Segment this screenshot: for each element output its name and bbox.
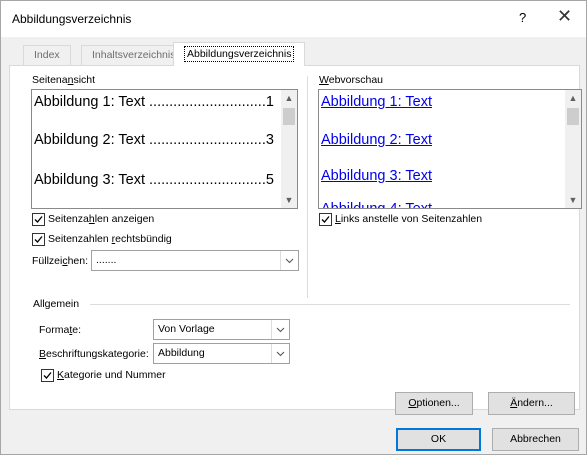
formats-value: Von Vorlage	[158, 323, 215, 335]
chevron-down-icon	[271, 320, 289, 339]
dialog: Abbildungsverzeichnis ? ✕ Index Inhaltsv…	[0, 0, 587, 455]
divider	[307, 76, 308, 298]
use-links-label: Links anstelle von Seitenzahlen	[335, 213, 483, 225]
modify-button[interactable]: Ändern...	[488, 392, 575, 415]
use-links-checkbox[interactable]	[319, 213, 332, 226]
right-align-label: Seitenzahlen rechtsbündig	[48, 233, 172, 245]
print-preview-scrollbar[interactable]: ▲ ▼	[281, 90, 297, 208]
tab-panel: Seitenansicht Abbildung 1: Text ........…	[9, 65, 582, 415]
print-preview-label: Seitenansicht	[32, 74, 96, 86]
tab-table-of-contents[interactable]: Inhaltsverzeichnis	[81, 45, 187, 65]
formats-label: Formate:	[39, 324, 82, 336]
print-preview-box: Abbildung 1: Text ......................…	[31, 89, 298, 209]
scroll-up-icon[interactable]: ▲	[281, 90, 297, 106]
right-align-checkbox[interactable]	[32, 233, 45, 246]
general-section-label: Allgemein	[33, 298, 80, 310]
caption-label-value: Abbildung	[158, 347, 205, 359]
show-page-numbers-checkbox[interactable]	[32, 213, 45, 226]
show-page-numbers-label: Seitenzahlen anzeigen	[48, 213, 155, 225]
include-label-checkbox[interactable]	[41, 369, 54, 382]
include-label-label: Kategorie und Nummer	[57, 369, 166, 381]
dialog-body: Index Inhaltsverzeichnis Abbildungsverze…	[1, 37, 586, 454]
tab-table-of-contents-label: Inhaltsverzeichnis	[92, 49, 176, 61]
print-preview-entry: Abbildung 3: Text ......................…	[34, 172, 274, 188]
web-preview-scrollbar[interactable]: ▲ ▼	[565, 90, 581, 208]
tab-leader-dropdown[interactable]: .......	[91, 250, 299, 271]
scroll-thumb[interactable]	[567, 108, 579, 125]
cancel-button[interactable]: Abbrechen	[492, 428, 579, 451]
scroll-up-icon[interactable]: ▲	[565, 90, 581, 106]
caption-label-label: Beschriftungskategorie:	[39, 348, 149, 360]
print-preview-entry: Abbildung 1: Text ......................…	[34, 94, 274, 110]
options-button[interactable]: Optionen...	[395, 392, 473, 415]
web-preview-link[interactable]: Abbildung 4: Text	[321, 201, 432, 208]
web-preview-box: Abbildung 1: Text Abbildung 2: Text Abbi…	[318, 89, 582, 209]
close-icon[interactable]: ✕	[557, 6, 572, 26]
checkmark-icon	[321, 216, 330, 223]
help-button[interactable]: ?	[519, 10, 526, 25]
checkmark-icon	[43, 372, 52, 379]
tab-index-label: Index	[34, 49, 60, 61]
web-preview-link[interactable]: Abbildung 1: Text	[321, 94, 432, 110]
print-preview-entry: Abbildung 2: Text ......................…	[34, 132, 274, 148]
tab-index[interactable]: Index	[23, 45, 71, 65]
formats-dropdown[interactable]: Von Vorlage	[153, 319, 290, 340]
tab-table-of-figures-label: Abbildungsverzeichnis	[184, 46, 295, 62]
chevron-down-icon	[280, 251, 298, 270]
scroll-down-icon[interactable]: ▼	[565, 192, 581, 208]
ok-button[interactable]: OK	[396, 428, 481, 451]
window-title: Abbildungsverzeichnis	[12, 12, 132, 26]
checkmark-icon	[34, 216, 43, 223]
tab-leader-value: .......	[96, 254, 117, 266]
web-preview-link[interactable]: Abbildung 3: Text	[321, 168, 432, 184]
checkmark-icon	[34, 236, 43, 243]
chevron-down-icon	[271, 344, 289, 363]
tab-leader-label: Füllzeichen:	[32, 255, 89, 267]
caption-label-dropdown[interactable]: Abbildung	[153, 343, 290, 364]
scroll-thumb[interactable]	[283, 108, 295, 125]
divider	[90, 304, 570, 305]
web-preview-label: Webvorschau	[319, 74, 384, 86]
tab-table-of-figures[interactable]: Abbildungsverzeichnis	[173, 42, 306, 66]
web-preview-link[interactable]: Abbildung 2: Text	[321, 132, 432, 148]
title-bar: Abbildungsverzeichnis ? ✕	[1, 1, 586, 37]
scroll-down-icon[interactable]: ▼	[281, 192, 297, 208]
